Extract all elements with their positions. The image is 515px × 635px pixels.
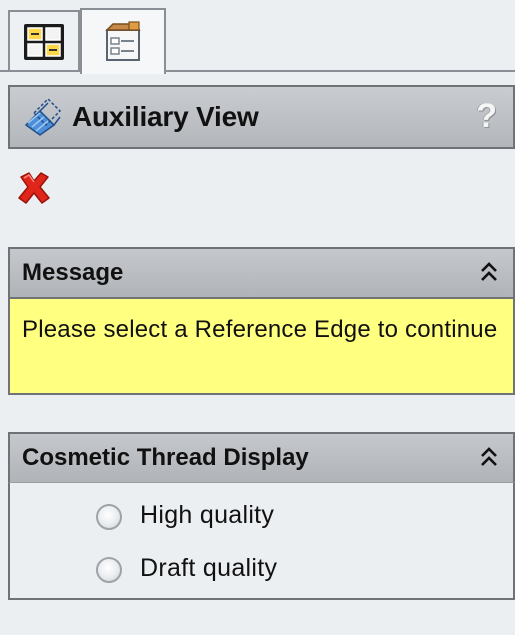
tab-divider [0, 70, 515, 72]
high-quality-radio[interactable] [96, 504, 122, 530]
message-group-header[interactable]: Message [8, 247, 515, 297]
tab-feature-manager[interactable] [8, 10, 80, 72]
cosmetic-thread-group-body: High quality Draft quality [8, 482, 515, 600]
draft-quality-label[interactable]: Draft quality [140, 554, 277, 583]
cancel-button[interactable] [14, 168, 54, 208]
message-text-box: Please select a Reference Edge to contin… [8, 297, 515, 395]
draft-quality-radio[interactable] [96, 557, 122, 583]
collapse-chevron-icon[interactable] [479, 261, 499, 288]
cosmetic-thread-group-title: Cosmetic Thread Display [22, 444, 309, 471]
cosmetic-thread-group-header[interactable]: Cosmetic Thread Display [8, 432, 515, 482]
property-manager-title: Auxiliary View [72, 101, 259, 132]
tab-property-manager[interactable] [80, 8, 166, 74]
high-quality-label[interactable]: High quality [140, 501, 274, 530]
message-group-title: Message [22, 259, 124, 286]
close-icon [14, 172, 54, 212]
help-button[interactable]: ? [476, 97, 497, 136]
message-text: Please select a Reference Edge to contin… [22, 316, 498, 343]
collapse-chevron-icon[interactable] [479, 446, 499, 473]
property-manager-title-bar: Auxiliary View ? [8, 85, 515, 149]
auxiliary-view-icon [20, 97, 64, 142]
manager-tabs [0, 0, 515, 74]
